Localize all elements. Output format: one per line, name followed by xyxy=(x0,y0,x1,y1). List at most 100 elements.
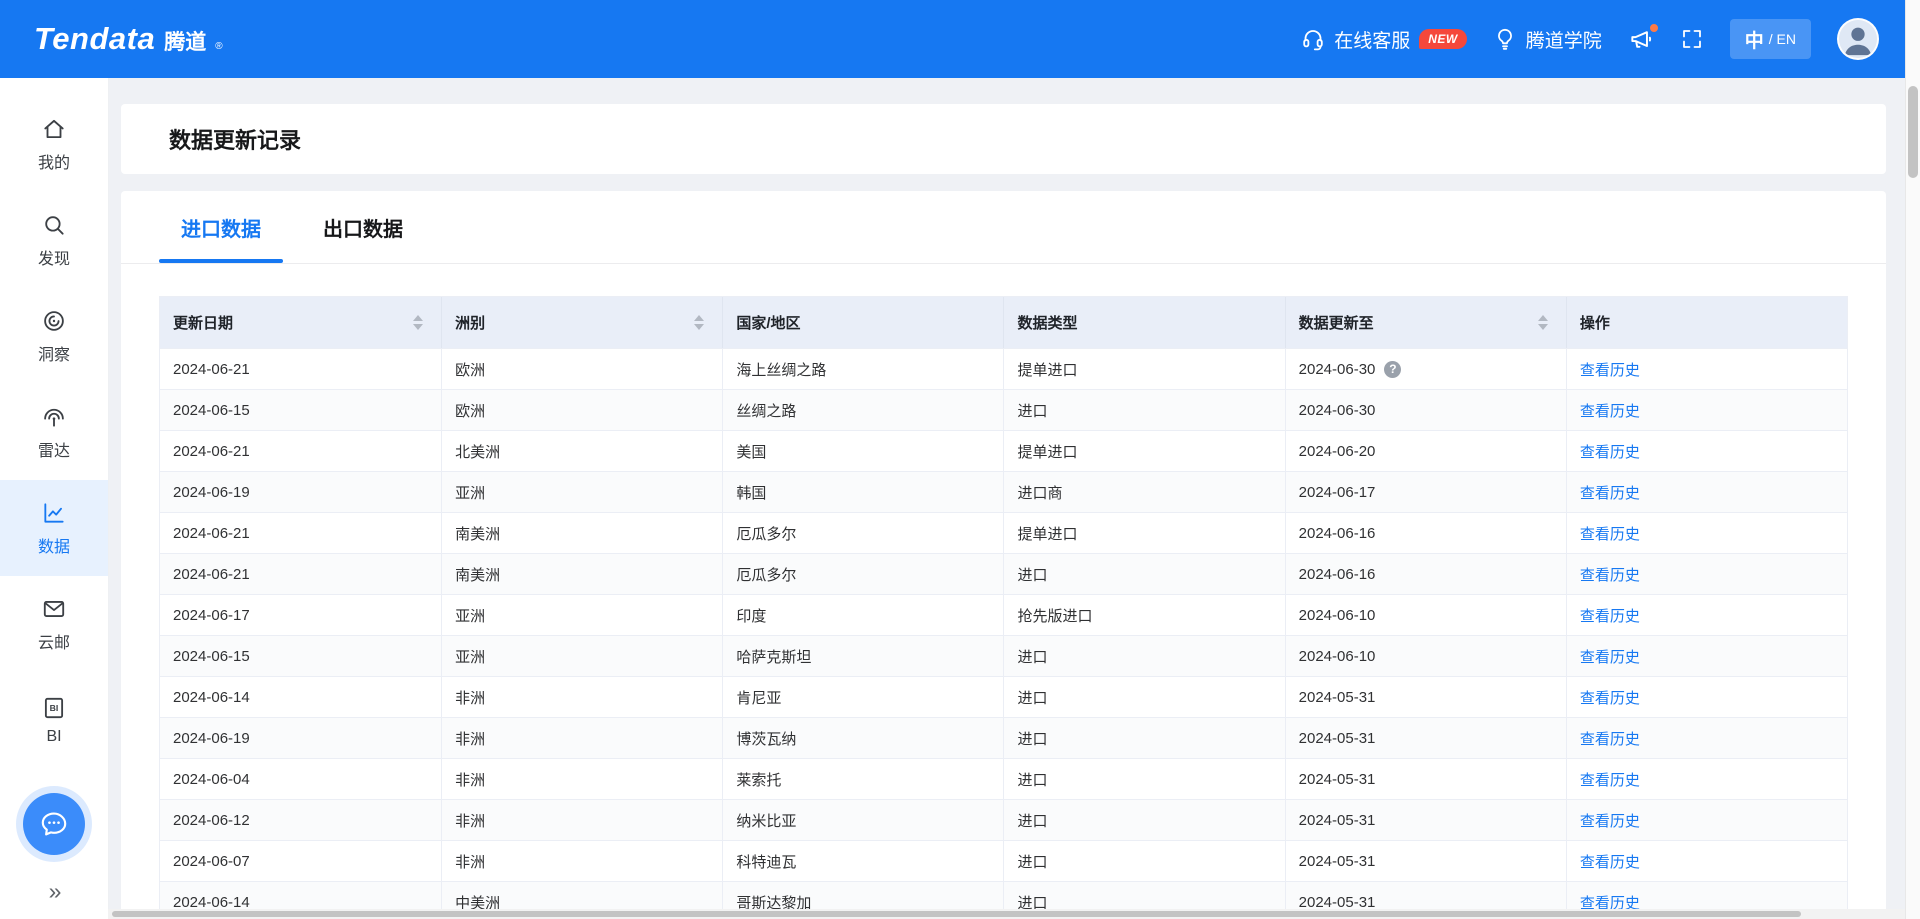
table-row: 2024-06-19非洲博茨瓦纳进口2024-05-31查看历史 xyxy=(160,717,1847,758)
view-history-link[interactable]: 查看历史 xyxy=(1580,769,1640,790)
updated-to-cell: 2024-06-20 xyxy=(1285,431,1566,471)
sort-carets-icon[interactable] xyxy=(694,315,704,330)
language-alternate: / EN xyxy=(1769,31,1796,47)
view-history-link[interactable]: 查看历史 xyxy=(1580,851,1640,872)
insight-icon xyxy=(41,308,67,334)
action-cell: 查看历史 xyxy=(1566,677,1847,717)
action-cell: 查看历史 xyxy=(1566,800,1847,840)
sidebar-expand-chevron[interactable]: » xyxy=(0,878,108,905)
updated-to-cell: 2024-05-31 xyxy=(1285,759,1566,799)
sidebar-item-data[interactable]: 数据 xyxy=(0,480,108,576)
view-history-link[interactable]: 查看历史 xyxy=(1580,523,1640,544)
column-header[interactable]: 洲别 xyxy=(441,297,722,348)
sidebar-item-radar[interactable]: 雷达 xyxy=(0,384,108,480)
fullscreen-button[interactable] xyxy=(1680,27,1704,51)
continent-cell: 非洲 xyxy=(441,677,722,717)
language-switch-button[interactable]: 中 / EN xyxy=(1730,19,1811,59)
sort-carets-icon[interactable] xyxy=(1538,315,1548,330)
tab-import-data[interactable]: 进口数据 xyxy=(159,191,283,263)
view-history-link[interactable]: 查看历史 xyxy=(1580,605,1640,626)
updated-to-cell: 2024-06-30 xyxy=(1285,390,1566,430)
column-header-label: 更新日期 xyxy=(173,312,233,333)
updated-to-value: 2024-06-30 xyxy=(1299,402,1376,419)
view-history-link[interactable]: 查看历史 xyxy=(1580,482,1640,503)
horizontal-scrollbar-thumb[interactable] xyxy=(112,911,1801,917)
sidebar-item-label: BI xyxy=(46,728,61,746)
region-cell: 博茨瓦纳 xyxy=(722,718,1003,758)
view-history-link[interactable]: 查看历史 xyxy=(1580,441,1640,462)
avatar[interactable] xyxy=(1837,18,1879,60)
column-header: 操作 xyxy=(1566,297,1847,348)
tab-export-data[interactable]: 出口数据 xyxy=(301,191,425,263)
column-header-label: 操作 xyxy=(1580,312,1610,333)
horizontal-scrollbar[interactable] xyxy=(108,909,1905,919)
updated-to-value: 2024-05-31 xyxy=(1299,894,1376,911)
data-type-cell: 提单进口 xyxy=(1003,513,1284,553)
page-title: 数据更新记录 xyxy=(169,123,301,155)
updated-to-value: 2024-06-20 xyxy=(1299,443,1376,460)
updated-to-value: 2024-05-31 xyxy=(1299,812,1376,829)
vertical-scrollbar-thumb[interactable] xyxy=(1908,86,1918,178)
data-type-cell: 进口 xyxy=(1003,718,1284,758)
online-service-button[interactable]: 在线客服 NEW xyxy=(1301,26,1467,53)
help-icon[interactable]: ? xyxy=(1384,361,1401,378)
region-cell: 丝绸之路 xyxy=(722,390,1003,430)
continent-cell: 亚洲 xyxy=(441,472,722,512)
update-date-cell: 2024-06-15 xyxy=(160,636,441,676)
vertical-scrollbar[interactable] xyxy=(1905,0,1920,919)
data-type-cell: 进口 xyxy=(1003,677,1284,717)
sidebar-item-cloudmail[interactable]: 云邮 xyxy=(0,576,108,672)
region-cell: 韩国 xyxy=(722,472,1003,512)
region-cell: 厄瓜多尔 xyxy=(722,554,1003,594)
update-date-cell: 2024-06-21 xyxy=(160,554,441,594)
body-row: 我的 发现 洞察 xyxy=(0,78,1905,919)
view-history-link[interactable]: 查看历史 xyxy=(1580,646,1640,667)
table-row: 2024-06-21南美洲厄瓜多尔进口2024-06-16查看历史 xyxy=(160,553,1847,594)
brand-logo[interactable]: Tendata 腾道 ® xyxy=(34,21,223,57)
action-cell: 查看历史 xyxy=(1566,390,1847,430)
table-container: 更新日期洲别国家/地区数据类型数据更新至操作 2024-06-21欧洲海上丝绸之… xyxy=(159,296,1848,919)
view-history-link[interactable]: 查看历史 xyxy=(1580,728,1640,749)
view-history-link[interactable]: 查看历史 xyxy=(1580,687,1640,708)
new-badge: NEW xyxy=(1419,29,1467,49)
update-date-cell: 2024-06-21 xyxy=(160,513,441,553)
academy-label: 腾道学院 xyxy=(1526,26,1602,53)
language-current: 中 xyxy=(1745,26,1764,53)
column-header[interactable]: 数据更新至 xyxy=(1285,297,1566,348)
tab-label: 出口数据 xyxy=(323,213,403,242)
continent-cell: 非洲 xyxy=(441,800,722,840)
view-history-link[interactable]: 查看历史 xyxy=(1580,400,1640,421)
sidebar-item-mine[interactable]: 我的 xyxy=(0,96,108,192)
sidebar-item-bi[interactable]: BI BI xyxy=(0,672,108,768)
sort-carets-icon[interactable] xyxy=(413,315,423,330)
tab-bar: 进口数据 出口数据 xyxy=(121,191,1886,264)
registered-mark: ® xyxy=(215,41,222,52)
data-type-cell: 进口 xyxy=(1003,841,1284,881)
column-header[interactable]: 更新日期 xyxy=(160,297,441,348)
online-service-label: 在线客服 xyxy=(1334,26,1410,53)
table-row: 2024-06-21北美洲美国提单进口2024-06-20查看历史 xyxy=(160,430,1847,471)
sidebar-item-discover[interactable]: 发现 xyxy=(0,192,108,288)
view-history-link[interactable]: 查看历史 xyxy=(1580,564,1640,585)
view-history-link[interactable]: 查看历史 xyxy=(1580,359,1640,380)
updated-to-cell: 2024-06-16 xyxy=(1285,554,1566,594)
updated-to-cell: 2024-05-31 xyxy=(1285,800,1566,840)
customer-chat-button[interactable] xyxy=(23,793,85,855)
avatar-image xyxy=(1839,20,1877,58)
sidebar-item-insight[interactable]: 洞察 xyxy=(0,288,108,384)
academy-button[interactable]: 腾道学院 xyxy=(1493,26,1602,53)
region-cell: 科特迪瓦 xyxy=(722,841,1003,881)
updated-to-cell: 2024-05-31 xyxy=(1285,677,1566,717)
column-header: 国家/地区 xyxy=(722,297,1003,348)
data-type-cell: 进口 xyxy=(1003,800,1284,840)
column-header: 数据类型 xyxy=(1003,297,1284,348)
view-history-link[interactable]: 查看历史 xyxy=(1580,810,1640,831)
region-cell: 印度 xyxy=(722,595,1003,635)
table-body: 2024-06-21欧洲海上丝绸之路提单进口2024-06-30?查看历史202… xyxy=(160,348,1847,919)
continent-cell: 南美洲 xyxy=(441,513,722,553)
update-date-cell: 2024-06-04 xyxy=(160,759,441,799)
table-row: 2024-06-04非洲莱索托进口2024-05-31查看历史 xyxy=(160,758,1847,799)
update-date-cell: 2024-06-19 xyxy=(160,718,441,758)
announcement-button[interactable] xyxy=(1628,26,1654,52)
region-cell: 莱索托 xyxy=(722,759,1003,799)
